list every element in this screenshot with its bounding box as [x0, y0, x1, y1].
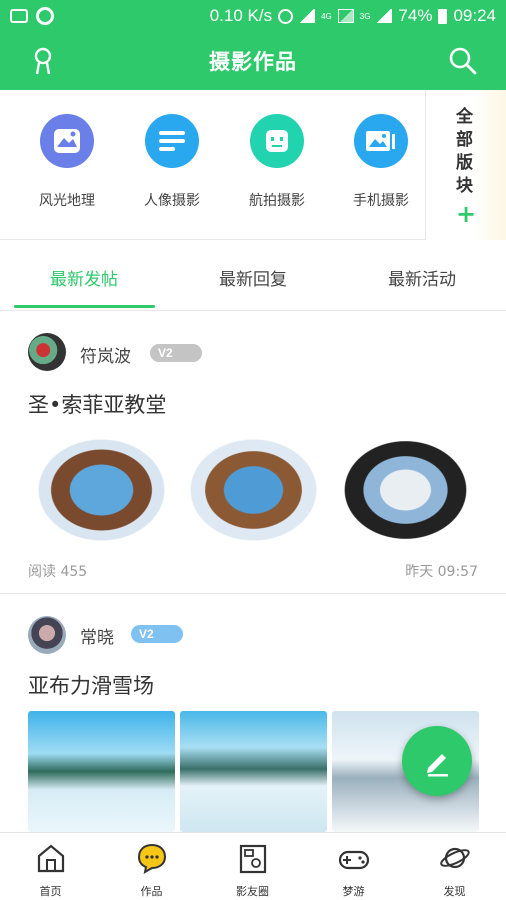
category-strip: 风光地理 人像摄影 航拍摄影 手机摄影 全部版块 +: [0, 90, 506, 240]
post-card[interactable]: 常晓 V2 亚布力滑雪场: [0, 594, 506, 832]
category-label: 手机摄影: [353, 193, 409, 209]
nav-label: 发现: [443, 885, 466, 898]
network-type-2: 3G: [359, 11, 371, 21]
category-label: 人像摄影: [144, 193, 200, 209]
battery-percent: 74%: [398, 6, 433, 25]
wifi-icon: [299, 9, 316, 23]
compose-button[interactable]: [402, 726, 472, 796]
post-title[interactable]: 亚布力滑雪场: [28, 670, 154, 700]
network-type-1: 4G: [321, 11, 332, 21]
app-header: 摄影作品: [0, 32, 506, 90]
pencil-icon: [427, 754, 448, 777]
album-icon: [239, 844, 266, 874]
post-image[interactable]: [180, 431, 327, 549]
gallery-icon: [354, 114, 408, 168]
signal-icon: [337, 9, 354, 23]
post-image[interactable]: [180, 711, 327, 832]
category-mobile[interactable]: 手机摄影: [336, 114, 426, 210]
nav-photo-circle[interactable]: 影友圈: [202, 841, 303, 899]
nav-label: 影友圈: [236, 885, 269, 898]
active-tab-indicator: [14, 305, 155, 308]
app-notification-icon: [36, 7, 54, 25]
signal-icon: [376, 9, 393, 23]
page-title: 摄影作品: [209, 50, 297, 74]
post-image[interactable]: [332, 431, 479, 549]
avatar[interactable]: [28, 333, 66, 371]
landscape-icon: [40, 114, 94, 168]
search-icon: [449, 47, 477, 75]
author-name[interactable]: 符岚波: [80, 342, 131, 367]
plus-icon: +: [456, 200, 477, 228]
nav-home[interactable]: 首页: [0, 841, 101, 899]
post-time: 昨天 09:57: [405, 564, 478, 580]
post-image[interactable]: [28, 711, 175, 832]
level-badge: V2: [131, 625, 183, 643]
read-count: 阅读 455: [28, 564, 88, 580]
network-speed: 0.10 K/s: [209, 6, 273, 25]
home-icon: [37, 844, 64, 873]
drone-face-icon: [250, 114, 304, 168]
status-bar: 0.10 K/s 4G 3G 74% 09:24: [0, 0, 506, 32]
post-image[interactable]: [28, 431, 175, 549]
message-icon: [10, 9, 28, 23]
category-aerial[interactable]: 航拍摄影: [232, 114, 322, 210]
avatar[interactable]: [28, 616, 66, 654]
alarm-icon: [278, 8, 294, 24]
post-card[interactable]: 符岚波 V2 圣•索菲亚教堂 阅读 455 昨天 09:57: [0, 311, 506, 593]
nav-label: 梦游: [342, 885, 365, 898]
bottom-navigation: 首页 作品 影友圈 梦游 发现: [0, 832, 506, 900]
level-badge: V2: [150, 344, 202, 362]
post-title[interactable]: 圣•索菲亚教堂: [28, 389, 166, 419]
battery-icon: [438, 8, 448, 24]
nav-label: 作品: [140, 885, 163, 898]
planet-icon: [439, 847, 470, 869]
all-categories-label: 全部版块: [456, 107, 473, 196]
category-landscape[interactable]: 风光地理: [22, 114, 112, 210]
gamepad-icon: [338, 850, 369, 870]
chat-bubble-icon: [137, 843, 166, 874]
author-name[interactable]: 常晓: [80, 623, 114, 648]
all-categories-button[interactable]: 全部版块 +: [425, 90, 506, 240]
search-button[interactable]: [448, 46, 478, 76]
nav-label: 首页: [39, 885, 62, 898]
nav-discover[interactable]: 发现: [404, 841, 505, 899]
tab-latest-replies[interactable]: 最新回复: [169, 265, 337, 290]
nav-dream[interactable]: 梦游: [303, 841, 404, 899]
category-label: 风光地理: [39, 193, 95, 209]
nav-works[interactable]: 作品: [101, 841, 202, 899]
tab-bar: 最新发帖 最新回复 最新活动: [0, 241, 506, 311]
tab-latest-events[interactable]: 最新活动: [338, 265, 506, 290]
clock: 09:24: [453, 6, 496, 25]
category-portrait[interactable]: 人像摄影: [127, 114, 217, 210]
tab-latest-posts[interactable]: 最新发帖: [0, 265, 168, 290]
lines-icon: [145, 114, 199, 168]
category-label: 航拍摄影: [249, 193, 305, 209]
